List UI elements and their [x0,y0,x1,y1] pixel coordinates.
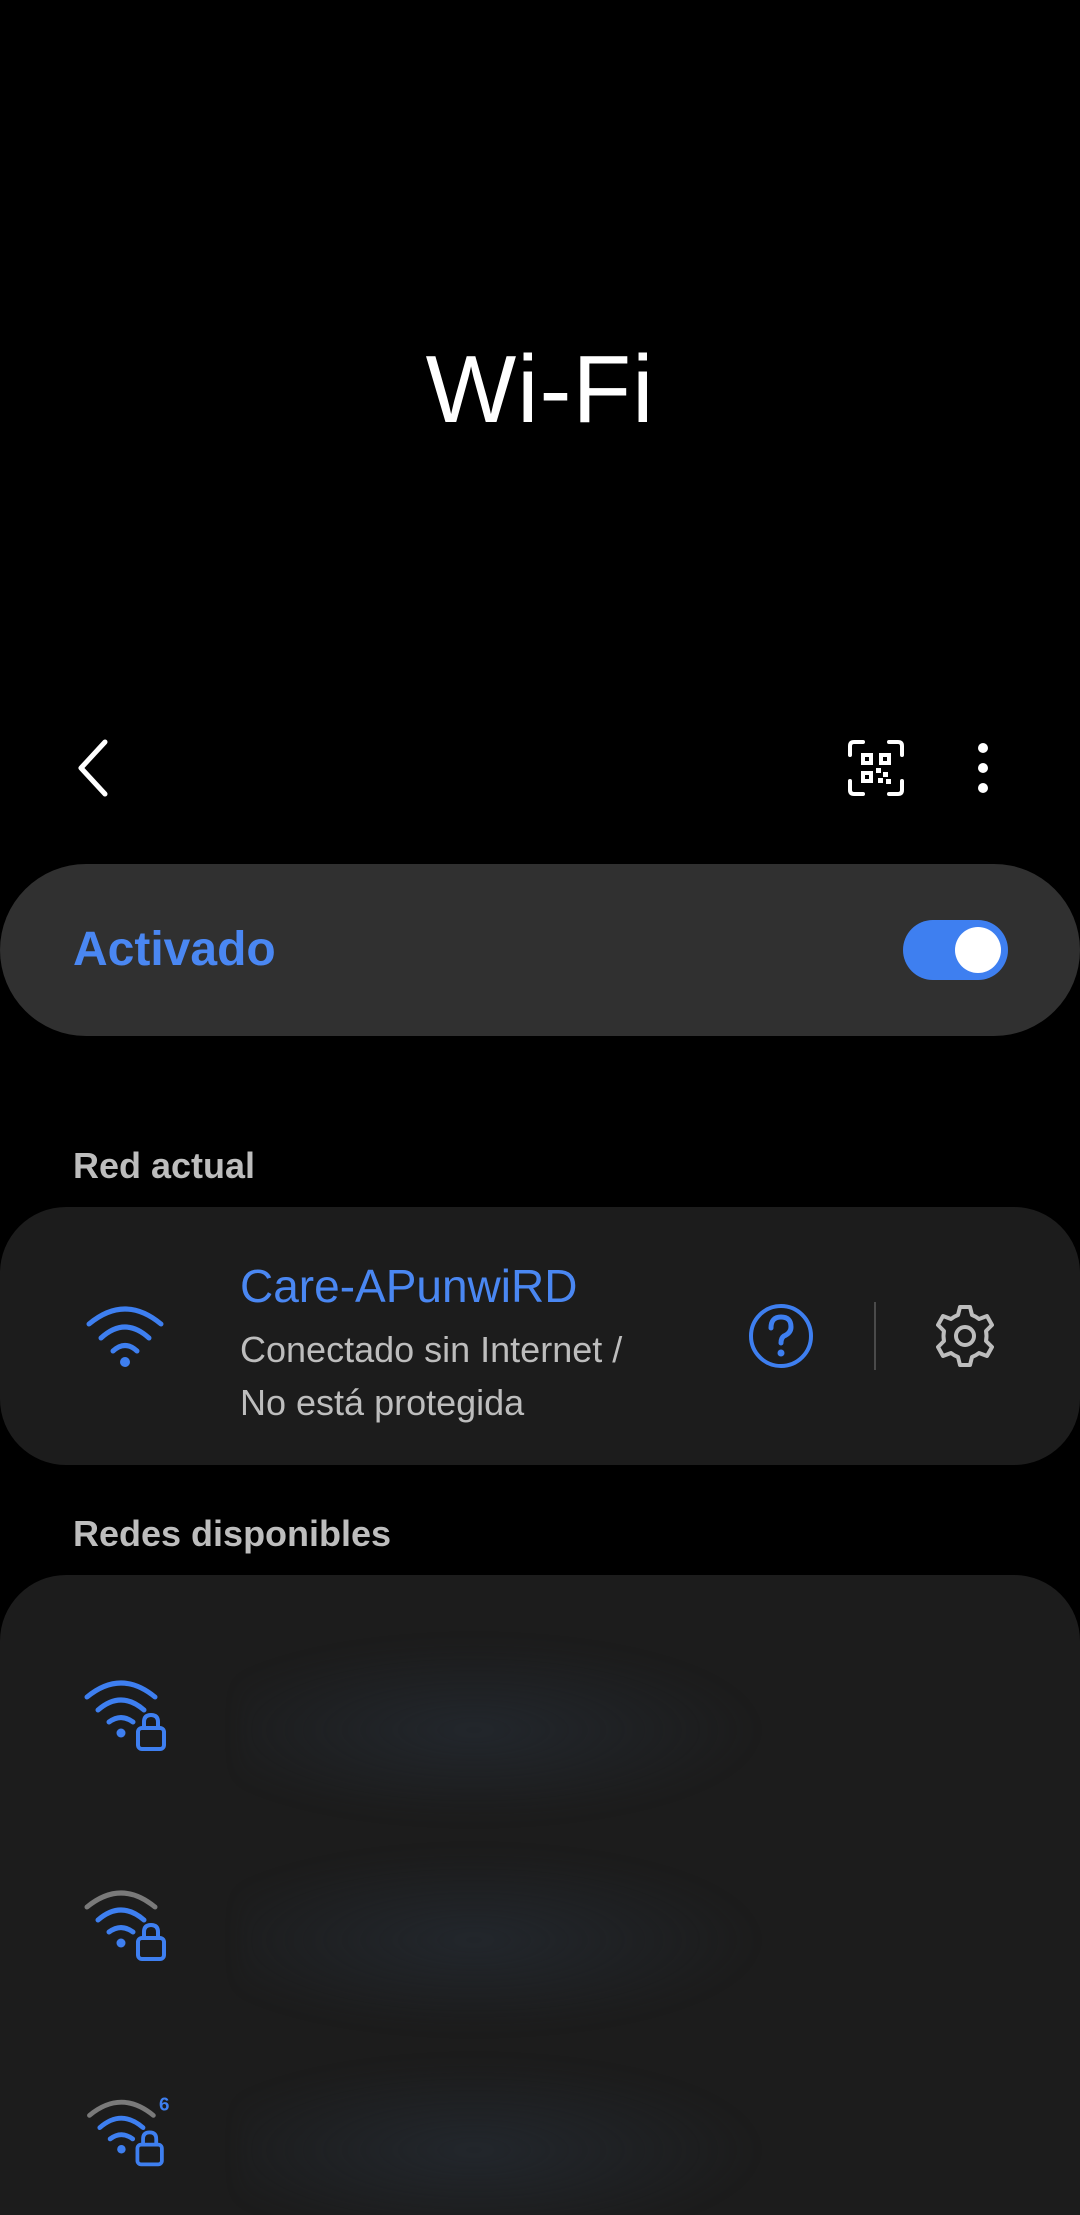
wifi-locked-icon [84,1680,166,1751]
available-networks-card: 6 [0,1575,1080,2215]
blurred-network-name [240,1850,760,2030]
more-options-button[interactable] [940,725,1026,811]
divider [874,1302,876,1370]
wifi-icon [86,1306,164,1367]
toolbar [0,725,1080,811]
page-title: Wi-Fi [425,336,655,443]
help-circle-icon [749,1304,813,1368]
current-network-status: Conectado sin Internet / No está protegi… [240,1323,720,1429]
qr-scan-icon [848,740,904,796]
available-network-row[interactable]: 6 [0,2050,1080,2215]
available-networks-header: Redes disponibles [73,1513,392,1554]
network-settings-button[interactable] [932,1303,998,1369]
chevron-left-icon [78,739,108,797]
status-line-1: Conectado sin Internet / [240,1329,623,1370]
status-line-2: No está protegida [240,1382,525,1423]
blurred-network-name [240,1640,760,1820]
wifi-settings-screen: Wi-Fi Activado Red actual Care-APunwiRD … [0,0,1080,2215]
wifi-6-badge: 6 [159,2094,169,2115]
gear-icon [936,1305,994,1367]
current-network-card[interactable]: Care-APunwiRD Conectado sin Internet / N… [0,1207,1080,1465]
wifi-switch-label: Activado [73,923,276,976]
current-network-name: Care-APunwiRD [240,1260,578,1312]
wifi-6-locked-icon: 6 [87,2094,170,2167]
available-network-row[interactable] [0,1630,1080,1830]
wifi-master-switch-bar[interactable]: Activado [0,864,1080,1036]
wifi-toggle[interactable] [903,920,1008,980]
back-button[interactable] [50,725,136,811]
toggle-knob [955,927,1001,973]
help-button[interactable] [748,1303,814,1369]
wifi-locked-icon [84,1890,166,1961]
available-network-row[interactable] [0,1840,1080,2040]
qr-scan-button[interactable] [833,725,919,811]
current-network-header: Red actual [73,1145,256,1186]
more-vertical-icon [978,743,988,793]
blurred-network-name [240,2060,760,2215]
